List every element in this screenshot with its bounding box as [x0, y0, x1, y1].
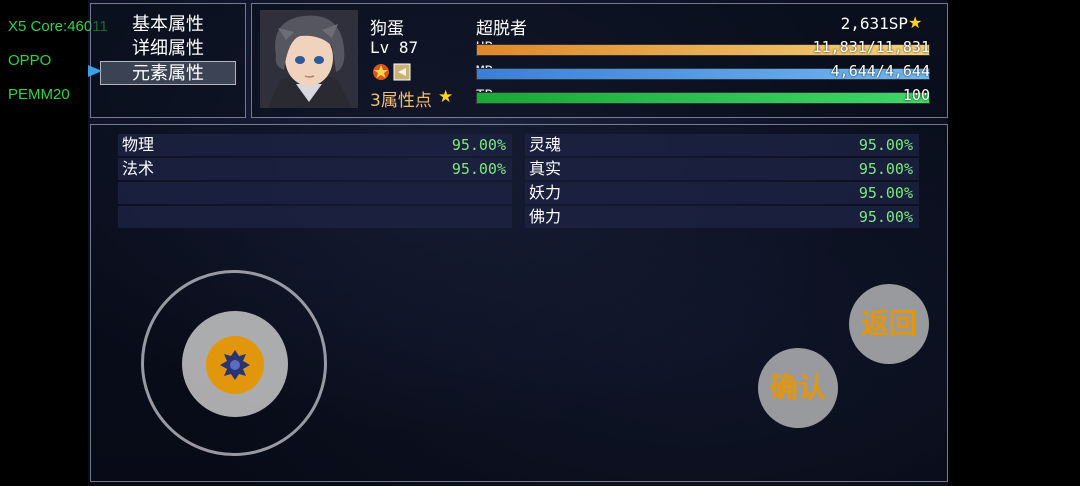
element-value: 95.00% — [858, 160, 913, 178]
sp-star-icon: ★ — [908, 13, 923, 32]
menu-item-detailed-attributes[interactable]: 详细属性 — [91, 37, 245, 61]
mp-value: 4,644/4,644 — [830, 62, 930, 80]
virtual-joystick-knob[interactable] — [206, 336, 264, 394]
attribute-points-star-icon: ★ — [438, 87, 454, 107]
command-menu: 基本属性 详细属性 元素属性 — [90, 3, 246, 118]
element-row: 物理 95.00% — [118, 134, 512, 156]
element-row: 真实 95.00% — [525, 158, 919, 180]
element-row: 妖力 95.00% — [525, 182, 919, 204]
menu-item-basic-attributes[interactable]: 基本属性 — [91, 13, 245, 37]
menu-item-element-attributes[interactable]: 元素属性 — [100, 61, 236, 85]
state-icon-buff — [372, 63, 390, 81]
element-row: 法术 95.00% — [118, 158, 512, 180]
element-value: 95.00% — [858, 208, 913, 226]
debug-model-label: PEMM20 — [8, 86, 70, 103]
actor-level: Lv 87 — [370, 38, 419, 57]
menu-cursor-icon — [88, 65, 102, 77]
element-name: 真实 — [529, 159, 562, 178]
element-row: 灵魂 95.00% — [525, 134, 919, 156]
actor-name: 狗蛋 — [370, 19, 404, 39]
state-icon-defense — [393, 63, 411, 81]
element-name: 灵魂 — [529, 135, 562, 154]
element-value: 95.00% — [451, 160, 506, 178]
actor-portrait — [260, 10, 358, 108]
element-row-empty — [118, 206, 512, 228]
element-name: 物理 — [122, 135, 155, 154]
actor-sp: 2,631SP — [840, 14, 908, 33]
back-button[interactable]: 返回 — [849, 284, 929, 364]
element-row: 佛力 95.00% — [525, 206, 919, 228]
element-value: 95.00% — [858, 184, 913, 202]
tp-value: 100 — [902, 86, 930, 104]
hp-value: 11,831/11,831 — [812, 38, 930, 56]
actor-class: 超脱者 — [476, 19, 527, 39]
element-value: 95.00% — [451, 136, 506, 154]
element-row-empty — [118, 182, 512, 204]
element-name: 妖力 — [529, 183, 562, 202]
element-value: 95.00% — [858, 136, 913, 154]
element-name: 法术 — [122, 159, 155, 178]
debug-brand-label: OPPO — [8, 52, 52, 69]
confirm-button[interactable]: 确认 — [758, 348, 838, 428]
dragon-emblem-icon — [220, 350, 250, 380]
attribute-points: 3属性点 — [370, 91, 432, 111]
element-name: 佛力 — [529, 207, 562, 226]
